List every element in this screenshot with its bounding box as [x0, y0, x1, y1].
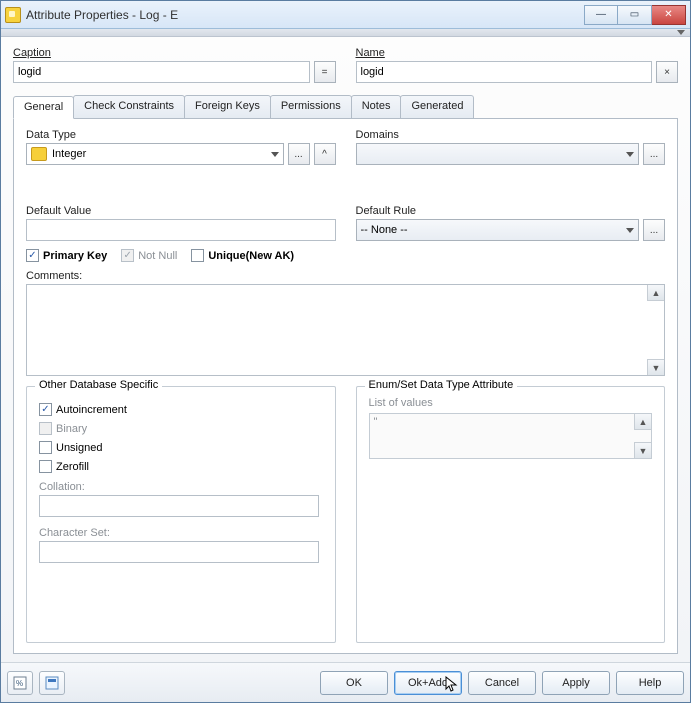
chevron-down-icon [626, 228, 634, 233]
domains-combo[interactable] [356, 143, 640, 165]
default-value-label: Default Value [26, 205, 336, 217]
tabs: General Check Constraints Foreign Keys P… [13, 95, 678, 119]
dialog-window: Attribute Properties - Log - E — ▭ ✕ Cap… [0, 0, 691, 703]
enumset-fieldset: Enum/Set Data Type Attribute List of val… [356, 386, 666, 643]
window-title: Attribute Properties - Log - E [26, 8, 178, 22]
svg-text:%: % [16, 679, 23, 688]
tab-foreign-keys[interactable]: Foreign Keys [184, 95, 271, 118]
checkbox-icon [39, 460, 52, 473]
scroll-up-icon[interactable]: ▲ [647, 285, 664, 301]
autoincrement-checkbox[interactable]: Autoincrement [39, 403, 323, 416]
fieldsets-row: Other Database Specific Autoincrement Bi… [26, 386, 665, 643]
default-rule-value: -- None -- [361, 224, 408, 236]
charset-input[interactable] [39, 541, 319, 563]
primary-key-checkbox[interactable]: Primary Key [26, 249, 107, 262]
name-input[interactable] [356, 61, 653, 83]
datatype-more-button[interactable]: ... [288, 143, 310, 165]
comments-label: Comments: [26, 270, 665, 282]
datatype-up-button[interactable]: ^ [314, 143, 336, 165]
name-label: Name [356, 47, 679, 59]
footer: % OK Ok+Add Cancel Apply Help [1, 662, 690, 702]
script-icon-button[interactable]: % [7, 671, 33, 695]
domains-more-button[interactable]: ... [643, 143, 665, 165]
datatype-value: Integer [52, 148, 86, 160]
scroll-down-icon[interactable]: ▼ [647, 359, 664, 375]
checkbox-icon [39, 422, 52, 435]
tab-check-constraints[interactable]: Check Constraints [73, 95, 185, 118]
unique-checkbox[interactable]: Unique(New AK) [191, 249, 294, 262]
tab-generated[interactable]: Generated [400, 95, 474, 118]
zerofill-label: Zerofill [56, 461, 89, 473]
ok-add-button[interactable]: Ok+Add [394, 671, 462, 695]
checkbox-icon [26, 249, 39, 262]
checkbox-icon [191, 249, 204, 262]
datatype-combo[interactable]: Integer [26, 143, 284, 165]
default-value-input[interactable] [26, 219, 336, 241]
key-flags-row: Primary Key Not Null Unique(New AK) [26, 249, 665, 262]
apply-button[interactable]: Apply [542, 671, 610, 695]
primary-key-label: Primary Key [43, 250, 107, 262]
default-rule-label: Default Rule [356, 205, 666, 217]
tab-body-general: Data Type Integer ... ^ Domains [13, 119, 678, 654]
caption-label: Caption [13, 47, 336, 59]
ok-add-label: Ok+Add [408, 677, 448, 689]
charset-label: Character Set: [39, 527, 323, 539]
sync-name-button[interactable]: = [314, 61, 336, 83]
collation-label: Collation: [39, 481, 323, 493]
app-icon [5, 7, 21, 23]
toolbar-collapsed[interactable] [1, 29, 690, 37]
binary-checkbox[interactable]: Binary [39, 422, 323, 435]
datatype-label: Data Type [26, 129, 336, 141]
not-null-label: Not Null [138, 250, 177, 262]
chevron-down-icon [271, 152, 279, 157]
client-area: Caption = Name × General Check Constrain… [1, 37, 690, 662]
key-icon [31, 147, 47, 161]
list-first-item: " [370, 414, 652, 430]
close-button[interactable]: ✕ [652, 5, 686, 25]
tab-permissions[interactable]: Permissions [270, 95, 352, 118]
other-db-fieldset: Other Database Specific Autoincrement Bi… [26, 386, 336, 643]
help-button[interactable]: Help [616, 671, 684, 695]
name-side-button[interactable]: × [656, 61, 678, 83]
default-rule-more-button[interactable]: ... [643, 219, 665, 241]
view-icon-button[interactable] [39, 671, 65, 695]
unsigned-label: Unsigned [56, 442, 102, 454]
minimize-button[interactable]: — [584, 5, 618, 25]
domains-label: Domains [356, 129, 666, 141]
maximize-button[interactable]: ▭ [618, 5, 652, 25]
default-rule-combo[interactable]: -- None -- [356, 219, 640, 241]
checkbox-icon [39, 403, 52, 416]
collation-input[interactable] [39, 495, 319, 517]
comments-textarea[interactable]: ▲ ▼ [26, 284, 665, 376]
autoincrement-label: Autoincrement [56, 404, 127, 416]
list-of-values-label: List of values [369, 397, 653, 409]
unique-label: Unique(New AK) [208, 250, 294, 262]
cancel-button[interactable]: Cancel [468, 671, 536, 695]
titlebar: Attribute Properties - Log - E — ▭ ✕ [1, 1, 690, 29]
scroll-down-icon[interactable]: ▼ [634, 442, 651, 458]
zerofill-checkbox[interactable]: Zerofill [39, 460, 323, 473]
other-db-legend: Other Database Specific [35, 379, 162, 391]
scroll-up-icon[interactable]: ▲ [634, 414, 651, 430]
checkbox-icon [121, 249, 134, 262]
list-of-values[interactable]: " ▲ ▼ [369, 413, 653, 459]
ok-button[interactable]: OK [320, 671, 388, 695]
caption-name-row: Caption = Name × [13, 47, 678, 83]
chevron-down-icon [626, 152, 634, 157]
enumset-legend: Enum/Set Data Type Attribute [365, 379, 518, 391]
tab-general[interactable]: General [13, 96, 74, 119]
unsigned-checkbox[interactable]: Unsigned [39, 441, 323, 454]
window-buttons: — ▭ ✕ [584, 5, 686, 25]
tab-notes[interactable]: Notes [351, 95, 402, 118]
not-null-checkbox: Not Null [121, 249, 177, 262]
checkbox-icon [39, 441, 52, 454]
binary-label: Binary [56, 423, 87, 435]
caption-input[interactable] [13, 61, 310, 83]
